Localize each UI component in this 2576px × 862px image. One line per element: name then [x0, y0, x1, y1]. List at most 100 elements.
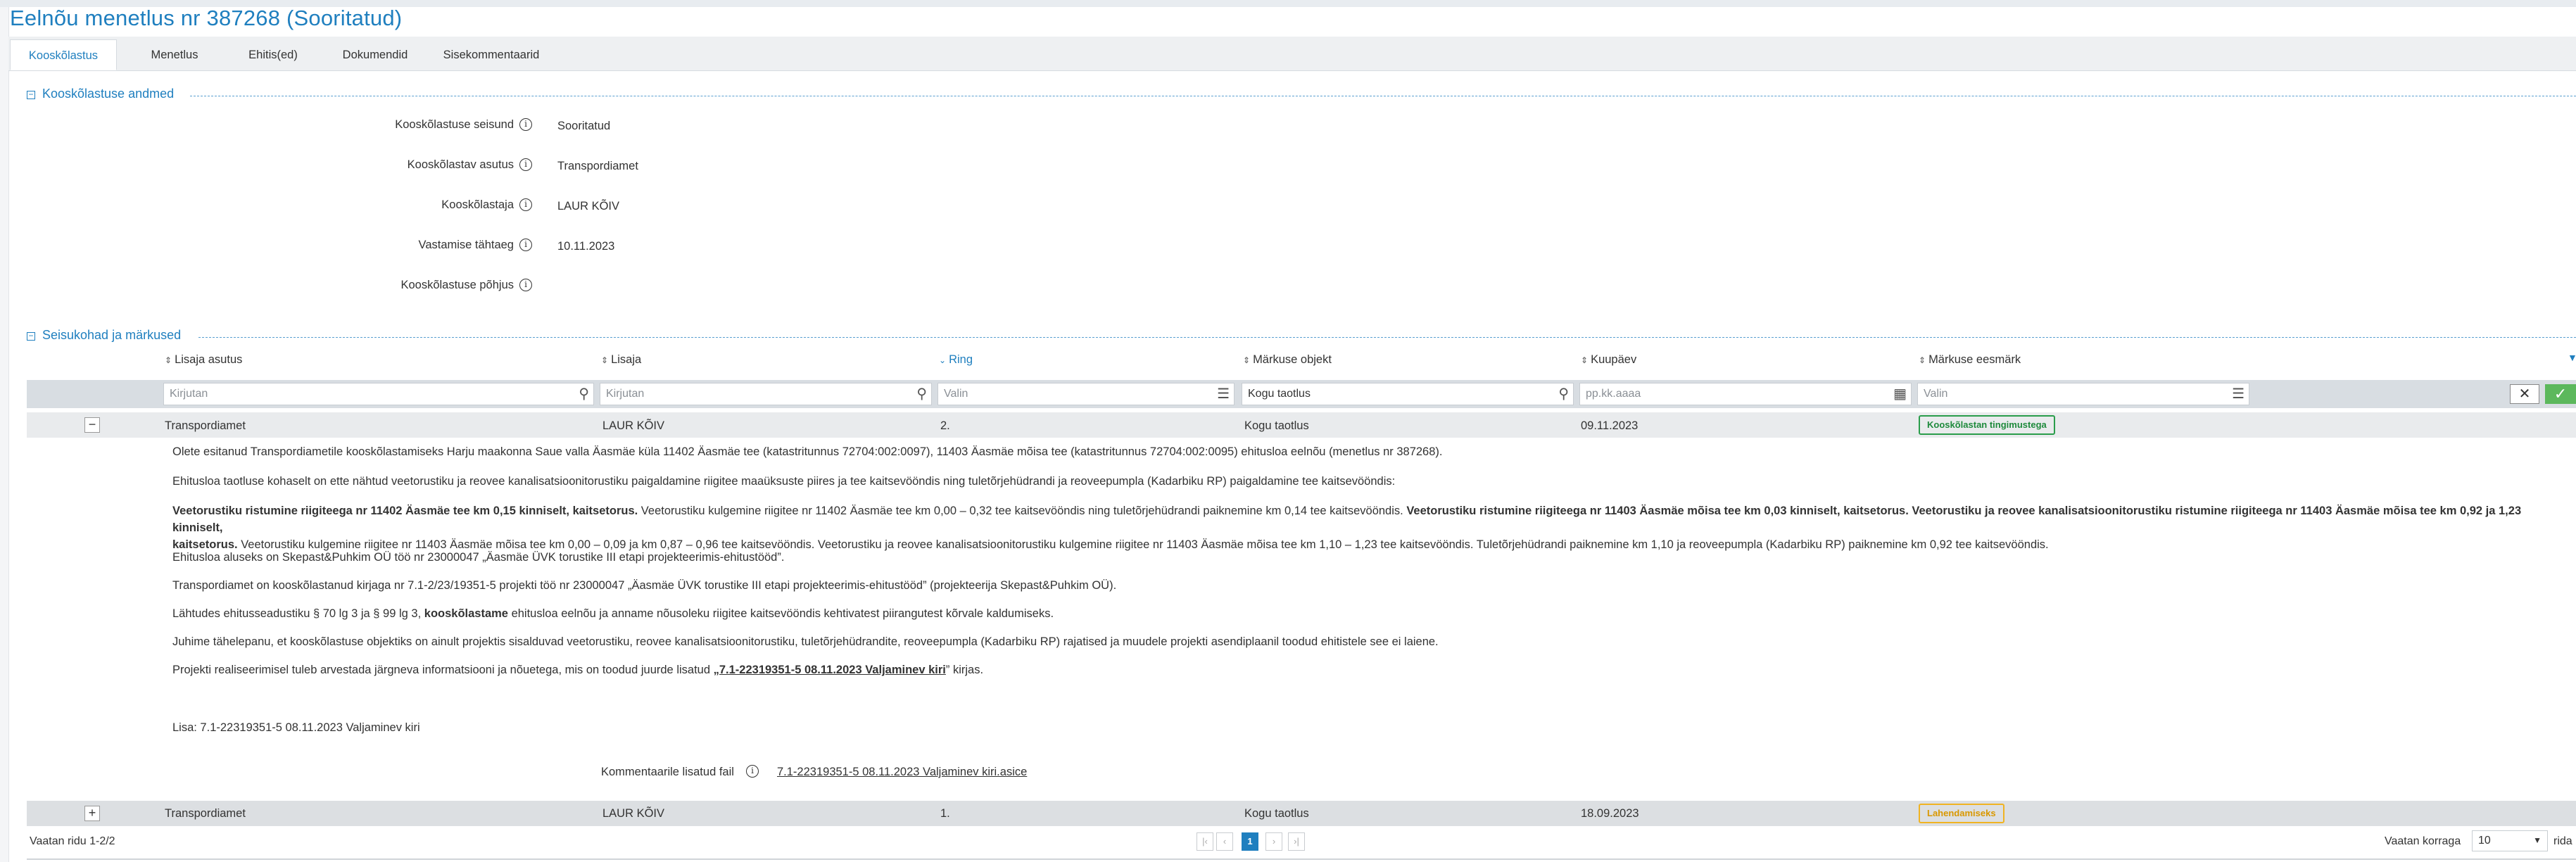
text: Veetorustiku kulgemine riigitee nr 11402… — [638, 505, 1407, 517]
column-header-object[interactable]: ⇕ Märkuse objekt — [1243, 353, 1332, 367]
close-icon: ✕ — [2518, 386, 2531, 402]
chevron-down-icon: ▼ — [2533, 835, 2542, 845]
cell-agency: Transpordiamet — [165, 419, 246, 432]
field-label-approver: Kooskõlastaja — [441, 198, 514, 211]
sort-icon: ⇕ — [601, 355, 609, 365]
filter-agency-input[interactable]: Kirjutan ⚲ — [163, 383, 594, 405]
filter-purpose-select[interactable]: Valin ☰ — [1917, 383, 2249, 405]
collapse-icon[interactable]: − — [27, 90, 35, 99]
comment-paragraph: Ehitusloa taotluse kohaselt on ette näht… — [172, 475, 1396, 488]
column-header-agency[interactable]: ⇕ Lisaja asutus — [165, 353, 242, 367]
info-icon[interactable]: i — [519, 279, 532, 291]
cell-object: Kogu taotlus — [1244, 807, 1309, 820]
sort-icon: ⇕ — [1919, 355, 1926, 365]
info-icon[interactable]: i — [519, 239, 532, 251]
filter-author-input[interactable]: Kirjutan ⚲ — [600, 383, 932, 405]
field-value-approver: LAUR KÕIV — [557, 200, 620, 213]
first-page-button[interactable]: |‹ — [1197, 832, 1213, 851]
tab-sisekommentaarid[interactable]: Sisekommentaarid — [428, 39, 555, 70]
section-title: Kooskõlastuse andmed — [42, 87, 175, 101]
sort-desc-icon: ⌄ — [939, 355, 947, 365]
tab-bar: Kooskõlastus Menetlus Ehitis(ed) Dokumen… — [8, 37, 2576, 71]
sort-icon: ⇕ — [1581, 355, 1589, 365]
section-approval-data-header: − Kooskõlastuse andmed — [27, 87, 2576, 105]
page-size-label: Vaatan korraga — [2385, 835, 2461, 847]
info-icon[interactable]: i — [519, 158, 532, 171]
column-header-purpose[interactable]: ⇕ Märkuse eesmärk — [1919, 353, 2021, 367]
last-page-button[interactable]: ›| — [1288, 832, 1305, 851]
attached-file-link[interactable]: 7.1-22319351-5 08.11.2023 Valjaminev kir… — [777, 766, 1027, 779]
cell-date: 18.09.2023 — [1581, 807, 1639, 820]
placeholder: Kirjutan — [606, 388, 645, 400]
page-button-1[interactable]: 1 — [1242, 832, 1258, 851]
list-icon[interactable]: ☰ — [2232, 386, 2244, 402]
tab-dokumendid[interactable]: Dokumendid — [322, 39, 428, 70]
clear-filters-button[interactable]: ✕ — [2510, 384, 2539, 404]
page-size-select[interactable]: 10 ▼ — [2472, 830, 2548, 851]
page-size-suffix: rida — [2553, 835, 2572, 847]
column-label: Ring — [949, 353, 973, 366]
app-window: Eelnõu menetlus nr 387268 (Sooritatud) K… — [0, 0, 2576, 862]
status-badge: Kooskõlastan tingimustega — [1919, 415, 2055, 435]
comment-paragraph: Olete esitanud Transpordiametile kooskõl… — [172, 445, 1443, 458]
section-title: Seisukohad ja märkused — [42, 328, 182, 342]
text: ” kirjas. — [945, 664, 984, 676]
text: Projekti realiseerimisel tuleb arvestada… — [172, 664, 714, 676]
search-icon[interactable]: ⚲ — [1558, 386, 1569, 402]
attachment-link[interactable]: „7.1-22319351-5 08.11.2023 Valjaminev ki… — [714, 664, 946, 676]
tab-kooskolastus[interactable]: Kooskõlastus — [10, 39, 117, 70]
cell-round: 1. — [940, 807, 950, 820]
comment-paragraph: Lähtudes ehitusseadustiku § 70 lg 3 ja §… — [172, 605, 2558, 622]
info-icon[interactable]: i — [519, 198, 532, 211]
search-icon[interactable]: ⚲ — [579, 386, 589, 402]
calendar-icon[interactable]: ▦ — [1893, 386, 1907, 402]
cell-agency: Transpordiamet — [165, 807, 246, 820]
placeholder: Kirjutan — [170, 388, 208, 400]
filter-date-input[interactable]: pp.kk.aaaa ▦ — [1579, 383, 1912, 405]
section-divider — [198, 337, 2576, 338]
footer-divider — [27, 858, 2576, 860]
comment-paragraph: Ehitusloa aluseks on Skepast&Puhkim OÜ t… — [172, 551, 785, 564]
field-label-deadline: Vastamise tähtaeg — [418, 239, 514, 251]
next-page-button[interactable]: › — [1265, 832, 1282, 851]
filter-value: Kogu taotlus — [1248, 388, 1311, 400]
apply-filters-button[interactable]: ✓ — [2545, 384, 2576, 404]
tab-ehitised[interactable]: Ehitis(ed) — [224, 39, 322, 70]
tab-menetlus[interactable]: Menetlus — [125, 39, 224, 70]
field-label-reason: Kooskõlastuse põhjus — [400, 279, 514, 291]
column-header-author[interactable]: ⇕ Lisaja — [601, 353, 641, 367]
info-icon[interactable]: i — [746, 765, 759, 778]
list-icon[interactable]: ☰ — [1217, 386, 1230, 402]
comment-paragraph: Projekti realiseerimisel tuleb arvestada… — [172, 661, 2558, 678]
left-rail — [0, 7, 9, 862]
check-icon: ✓ — [2553, 385, 2568, 403]
cell-object: Kogu taotlus — [1244, 419, 1309, 432]
filter-toggle-icon[interactable]: ▼ — [2568, 352, 2576, 363]
page-size-value: 10 — [2478, 835, 2491, 847]
prev-page-button[interactable]: ‹ — [1216, 832, 1233, 851]
placeholder: pp.kk.aaaa — [1586, 388, 1641, 400]
text: Lähtudes ehitusseadustiku § 70 lg 3 ja §… — [172, 607, 424, 620]
collapse-icon[interactable]: − — [27, 331, 35, 341]
search-icon[interactable]: ⚲ — [916, 386, 927, 402]
filter-object-input[interactable]: Kogu taotlus ⚲ — [1242, 383, 1574, 405]
column-label: Märkuse eesmärk — [1928, 353, 2021, 366]
column-label: Lisaja — [611, 353, 642, 366]
comment-paragraph: Juhime tähelepanu, et kooskõlastuse obje… — [172, 635, 1439, 648]
info-icon[interactable]: i — [519, 118, 532, 131]
field-value-agency: Transpordiamet — [557, 160, 638, 172]
field-label-status: Kooskõlastuse seisund — [395, 118, 514, 131]
section-comments-header: − Seisukohad ja märkused — [27, 328, 2576, 346]
collapse-row-button[interactable]: − — [84, 417, 100, 433]
column-label: Kuupäev — [1591, 353, 1637, 366]
comment-paragraph: Lisa: 7.1-22319351-5 08.11.2023 Valjamin… — [172, 721, 420, 734]
column-header-round[interactable]: ⌄ Ring — [939, 353, 973, 367]
placeholder: Valin — [944, 388, 968, 400]
column-header-date[interactable]: ⇕ Kuupäev — [1581, 353, 1636, 367]
field-label-agency: Kooskõlastav asutus — [407, 158, 514, 171]
filter-round-select[interactable]: Valin ☰ — [937, 383, 1235, 405]
expand-row-button[interactable]: + — [84, 806, 100, 821]
field-value-deadline: 10.11.2023 — [557, 240, 615, 253]
column-label: Märkuse objekt — [1253, 353, 1332, 366]
comment-paragraph: Veetorustiku ristumine riigiteega nr 114… — [172, 502, 2558, 553]
